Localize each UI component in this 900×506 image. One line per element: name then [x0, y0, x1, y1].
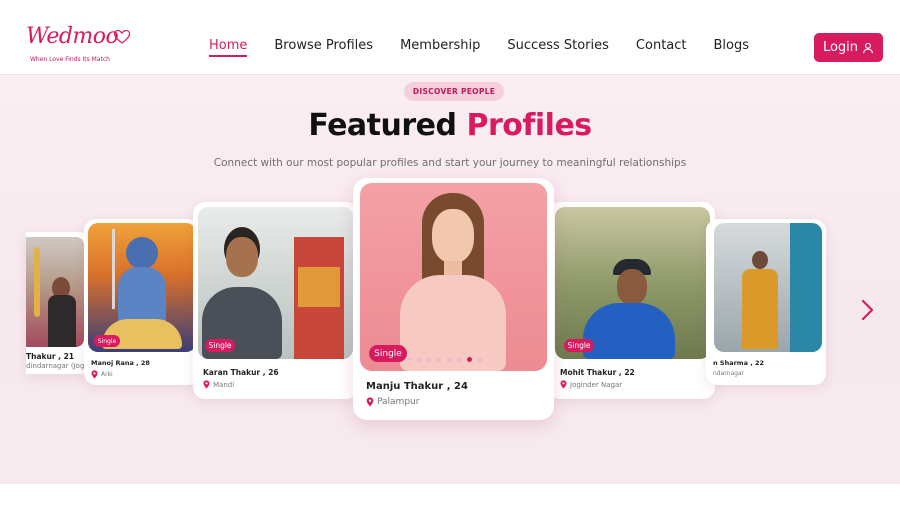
- title-main: Featured: [308, 108, 467, 143]
- profile-photo: [198, 207, 353, 359]
- nav-success-stories[interactable]: Success Stories: [507, 38, 609, 57]
- carousel-dot[interactable]: [478, 357, 482, 362]
- section-title: Featured Profiles: [0, 108, 900, 143]
- profile-card-featured[interactable]: Single Manju Thakur , 24 Palampur: [353, 178, 554, 420]
- profile-name: Karan Thakur , 26: [203, 368, 279, 377]
- login-label: Login: [822, 40, 859, 55]
- status-badge: Single: [369, 345, 407, 362]
- profile-photo: [714, 223, 822, 352]
- main-nav: Home Browse Profiles Membership Success …: [209, 38, 749, 57]
- map-pin-icon: [366, 397, 374, 407]
- carousel-dot[interactable]: [427, 357, 431, 362]
- profile-location: Joginder Nagar: [560, 380, 622, 389]
- status-badge: Single: [564, 339, 594, 352]
- profile-photo: [26, 237, 84, 347]
- profile-name: n Sharma , 22: [713, 359, 764, 367]
- carousel-dot[interactable]: [417, 357, 421, 362]
- section-eyebrow: DISCOVER PEOPLE: [404, 82, 504, 101]
- map-pin-icon: [560, 380, 567, 389]
- brand-name: Wedmoo: [26, 24, 119, 49]
- location-text: dindarnagar (Joginder: [26, 362, 92, 370]
- profile-name: Manju Thakur , 24: [366, 381, 468, 392]
- login-button[interactable]: Login: [814, 33, 883, 62]
- profile-name: Manoj Rana , 28: [91, 359, 150, 367]
- carousel-pagination: [408, 357, 482, 362]
- site-header: Wedmoo When Love Finds Its Match Home Br…: [0, 0, 900, 75]
- status-badge: Single: [205, 339, 235, 352]
- status-badge: Single: [94, 335, 120, 347]
- carousel-dot[interactable]: [408, 358, 411, 361]
- profile-photo: [360, 183, 547, 371]
- nav-blogs[interactable]: Blogs: [714, 38, 750, 57]
- section-subtitle: Connect with our most popular profiles a…: [213, 157, 687, 169]
- location-text: ndarnagar: [713, 370, 745, 377]
- profile-location: Arki: [91, 370, 113, 379]
- chevron-right-icon[interactable]: [858, 298, 876, 322]
- carousel-dot[interactable]: [447, 357, 451, 362]
- profile-location: dindarnagar (Joginder: [26, 362, 92, 370]
- profile-photo: [88, 223, 196, 352]
- nav-membership[interactable]: Membership: [400, 38, 480, 57]
- location-text: Mandi: [213, 380, 235, 389]
- profile-location: ndarnagar: [713, 370, 744, 377]
- profile-card[interactable]: Single Karan Thakur , 26 Mandi: [193, 202, 358, 399]
- title-accent: Profiles: [466, 108, 592, 143]
- profile-card[interactable]: n Sharma , 22 ndarnagar: [706, 219, 826, 385]
- nav-home[interactable]: Home: [209, 38, 248, 57]
- profile-name: Mohit Thakur , 22: [560, 368, 635, 377]
- user-icon: [862, 42, 874, 53]
- nav-browse-profiles[interactable]: Browse Profiles: [274, 38, 373, 57]
- profile-location: Mandi: [203, 380, 234, 389]
- profile-card[interactable]: Thakur , 21 dindarnagar (Joginder: [26, 232, 92, 374]
- nav-contact[interactable]: Contact: [636, 38, 687, 57]
- profile-name: Thakur , 21: [26, 352, 75, 361]
- carousel-dot[interactable]: [437, 357, 441, 362]
- carousel-dot[interactable]: [457, 357, 461, 362]
- carousel-dot-active[interactable]: [467, 357, 472, 362]
- brand-logo[interactable]: Wedmoo When Love Finds Its Match: [26, 24, 136, 70]
- location-text: Arki: [101, 371, 113, 378]
- profile-card[interactable]: Single Manoj Rana , 28 Arki: [84, 219, 200, 385]
- map-pin-icon: [91, 370, 98, 379]
- profile-location: Palampur: [366, 397, 419, 407]
- map-pin-icon: [203, 380, 210, 389]
- heart-icon: [114, 30, 130, 44]
- location-text: Palampur: [377, 397, 420, 407]
- profile-card[interactable]: Single Mohit Thakur , 22 Joginder Nagar: [548, 202, 715, 399]
- location-text: Joginder Nagar: [570, 380, 623, 389]
- brand-tagline: When Love Finds Its Match: [30, 56, 110, 63]
- profile-photo: [555, 207, 710, 359]
